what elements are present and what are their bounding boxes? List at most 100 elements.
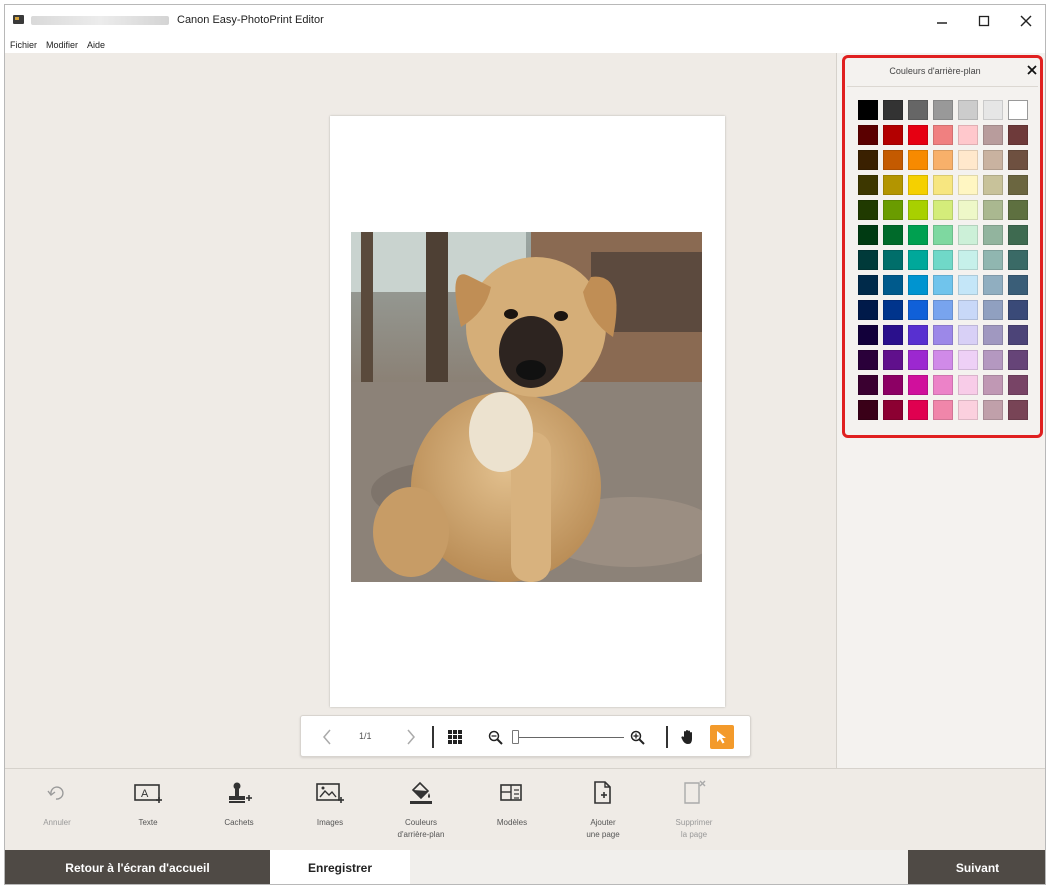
- color-swatch[interactable]: [858, 275, 878, 295]
- color-swatch[interactable]: [983, 125, 1003, 145]
- menu-modifier[interactable]: Modifier: [46, 40, 78, 50]
- color-swatch[interactable]: [1008, 275, 1028, 295]
- color-swatch[interactable]: [908, 150, 928, 170]
- color-swatch[interactable]: [858, 375, 878, 395]
- color-swatch[interactable]: [858, 350, 878, 370]
- color-swatch[interactable]: [933, 400, 953, 420]
- templates-button[interactable]: Modèles: [472, 779, 552, 829]
- color-swatch[interactable]: [858, 125, 878, 145]
- color-swatch[interactable]: [883, 125, 903, 145]
- color-swatch[interactable]: [983, 200, 1003, 220]
- color-swatch[interactable]: [883, 400, 903, 420]
- delete-page-button[interactable]: Supprimer la page: [654, 779, 734, 841]
- panel-close-button[interactable]: [1027, 62, 1037, 78]
- color-swatch[interactable]: [983, 300, 1003, 320]
- previous-page-button[interactable]: [317, 727, 337, 747]
- color-swatch[interactable]: [933, 125, 953, 145]
- color-swatch[interactable]: [908, 250, 928, 270]
- color-swatch[interactable]: [983, 325, 1003, 345]
- color-swatch[interactable]: [883, 250, 903, 270]
- color-swatch[interactable]: [1008, 250, 1028, 270]
- color-swatch[interactable]: [908, 100, 928, 120]
- color-swatch[interactable]: [858, 250, 878, 270]
- back-to-home-button[interactable]: Retour à l'écran d'accueil: [5, 850, 270, 884]
- color-swatch[interactable]: [958, 200, 978, 220]
- color-swatch[interactable]: [933, 300, 953, 320]
- color-swatch[interactable]: [908, 225, 928, 245]
- color-swatch[interactable]: [958, 125, 978, 145]
- color-swatch[interactable]: [958, 250, 978, 270]
- select-tool-button[interactable]: [710, 725, 734, 749]
- color-swatch[interactable]: [933, 250, 953, 270]
- color-swatch[interactable]: [1008, 300, 1028, 320]
- color-swatch[interactable]: [958, 300, 978, 320]
- color-swatch[interactable]: [858, 225, 878, 245]
- color-swatch[interactable]: [883, 200, 903, 220]
- color-swatch[interactable]: [858, 150, 878, 170]
- color-swatch[interactable]: [958, 100, 978, 120]
- color-swatch[interactable]: [883, 325, 903, 345]
- color-swatch[interactable]: [983, 100, 1003, 120]
- color-swatch[interactable]: [858, 200, 878, 220]
- color-swatch[interactable]: [908, 200, 928, 220]
- page-list-button[interactable]: [446, 728, 464, 746]
- color-swatch[interactable]: [908, 175, 928, 195]
- color-swatch[interactable]: [983, 350, 1003, 370]
- dog-photo[interactable]: [351, 232, 702, 582]
- color-swatch[interactable]: [908, 275, 928, 295]
- color-swatch[interactable]: [1008, 125, 1028, 145]
- minimize-button[interactable]: [921, 5, 963, 36]
- page-sheet[interactable]: [330, 116, 725, 707]
- zoom-slider-thumb[interactable]: [512, 730, 519, 744]
- color-swatch[interactable]: [958, 400, 978, 420]
- stamps-button[interactable]: Cachets: [199, 779, 279, 829]
- color-swatch[interactable]: [958, 325, 978, 345]
- color-swatch[interactable]: [958, 275, 978, 295]
- images-button[interactable]: Images: [290, 779, 370, 829]
- color-swatch[interactable]: [933, 350, 953, 370]
- hand-tool-button[interactable]: [678, 727, 698, 747]
- color-swatch[interactable]: [1008, 150, 1028, 170]
- color-swatch[interactable]: [1008, 325, 1028, 345]
- color-swatch[interactable]: [933, 375, 953, 395]
- color-swatch[interactable]: [958, 350, 978, 370]
- save-button[interactable]: Enregistrer: [270, 850, 410, 884]
- color-swatch[interactable]: [883, 100, 903, 120]
- color-swatch[interactable]: [958, 375, 978, 395]
- color-swatch[interactable]: [983, 225, 1003, 245]
- color-swatch[interactable]: [883, 350, 903, 370]
- next-button[interactable]: Suivant: [908, 850, 1045, 884]
- color-swatch[interactable]: [983, 150, 1003, 170]
- color-swatch[interactable]: [1008, 225, 1028, 245]
- color-swatch[interactable]: [908, 350, 928, 370]
- color-swatch[interactable]: [933, 100, 953, 120]
- color-swatch[interactable]: [908, 325, 928, 345]
- color-swatch[interactable]: [933, 225, 953, 245]
- text-button[interactable]: A Texte: [108, 779, 188, 829]
- color-swatch[interactable]: [1008, 175, 1028, 195]
- color-swatch[interactable]: [908, 125, 928, 145]
- color-swatch[interactable]: [1008, 100, 1028, 120]
- color-swatch[interactable]: [883, 375, 903, 395]
- background-colors-button[interactable]: Couleurs d'arrière-plan: [381, 779, 461, 841]
- color-swatch[interactable]: [883, 225, 903, 245]
- color-swatch[interactable]: [933, 325, 953, 345]
- color-swatch[interactable]: [883, 300, 903, 320]
- color-swatch[interactable]: [983, 400, 1003, 420]
- color-swatch[interactable]: [1008, 400, 1028, 420]
- color-swatch[interactable]: [858, 325, 878, 345]
- add-page-button[interactable]: Ajouter une page: [563, 779, 643, 841]
- undo-button[interactable]: Annuler: [17, 779, 97, 829]
- color-swatch[interactable]: [958, 225, 978, 245]
- color-swatch[interactable]: [958, 150, 978, 170]
- color-swatch[interactable]: [883, 150, 903, 170]
- color-swatch[interactable]: [908, 375, 928, 395]
- color-swatch[interactable]: [983, 275, 1003, 295]
- color-swatch[interactable]: [858, 400, 878, 420]
- color-swatch[interactable]: [933, 200, 953, 220]
- color-swatch[interactable]: [883, 175, 903, 195]
- menu-aide[interactable]: Aide: [87, 40, 105, 50]
- color-swatch[interactable]: [983, 250, 1003, 270]
- close-window-button[interactable]: [1005, 5, 1045, 36]
- next-page-button[interactable]: [401, 727, 421, 747]
